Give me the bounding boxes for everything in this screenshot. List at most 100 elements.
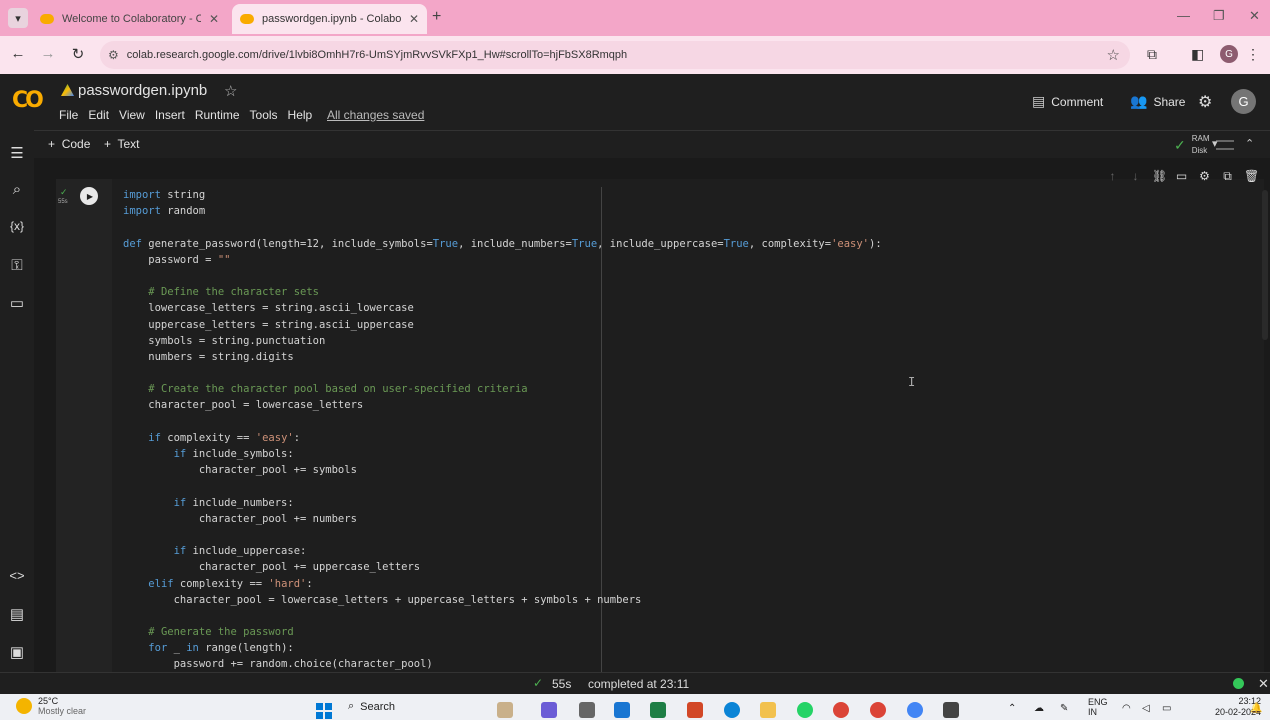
- menu-view[interactable]: View: [119, 108, 145, 122]
- link-icon[interactable]: ⛓: [1152, 169, 1167, 184]
- copilot-app-icon[interactable]: [541, 702, 557, 718]
- sidepanel-icon[interactable]: ◧: [1191, 46, 1204, 63]
- secrets-key-icon[interactable]: ⚿: [7, 257, 27, 274]
- browser-tab-passwordgen[interactable]: passwordgen.ipynb - Colabora ✕: [232, 4, 427, 34]
- code-line[interactable]: [123, 608, 882, 624]
- code-line[interactable]: for _ in range(length):: [123, 640, 882, 656]
- chrome-app-icon[interactable]: [833, 702, 849, 718]
- battery-icon[interactable]: ▭: [1162, 703, 1171, 714]
- code-line[interactable]: if include_uppercase:: [123, 543, 882, 559]
- code-line[interactable]: [123, 365, 882, 381]
- windows-start-icon[interactable]: [316, 703, 332, 719]
- bookmark-star-icon[interactable]: ☆: [1107, 46, 1130, 64]
- delete-icon[interactable]: 🗑: [1244, 169, 1259, 184]
- code-cell[interactable]: ✓ 55s ▶ ↑ ↓ ⛓ ▭ ⚙ ⧉ 🗑 ⋮ import stringimp…: [56, 169, 1270, 677]
- address-bar[interactable]: ⚙ colab.research.google.com/drive/1lvbi8…: [100, 41, 1130, 69]
- edge-app-icon[interactable]: [724, 702, 740, 718]
- excel-app-icon[interactable]: [650, 702, 666, 718]
- chrome-profile2-app-icon[interactable]: [907, 702, 923, 718]
- code-line[interactable]: [123, 414, 882, 430]
- tray-overflow-icon[interactable]: ⌃: [1008, 703, 1016, 714]
- move-up-icon[interactable]: ↑: [1106, 169, 1119, 184]
- code-line[interactable]: symbols = string.punctuation: [123, 333, 882, 349]
- share-button[interactable]: 👥 Share: [1130, 93, 1185, 110]
- variables-icon[interactable]: {x}: [7, 219, 27, 233]
- code-line[interactable]: import random: [123, 203, 882, 219]
- close-tab-icon[interactable]: ✕: [209, 12, 219, 26]
- menu-runtime[interactable]: Runtime: [195, 108, 240, 122]
- files-folder-icon[interactable]: ▭: [7, 294, 27, 312]
- colab-logo-icon[interactable]: CO: [12, 88, 44, 113]
- tab-search-chevron-icon[interactable]: ▾: [8, 8, 28, 28]
- run-cell-button[interactable]: ▶: [80, 187, 98, 205]
- extensions-icon[interactable]: ⧉: [1147, 46, 1157, 63]
- user-avatar[interactable]: G: [1231, 89, 1256, 114]
- code-line[interactable]: password = "": [123, 252, 882, 268]
- new-tab-icon[interactable]: +: [432, 8, 441, 26]
- code-line[interactable]: if complexity == 'easy':: [123, 430, 882, 446]
- window-close-icon[interactable]: ✕: [1249, 8, 1260, 24]
- language-indicator[interactable]: ENG IN: [1088, 697, 1108, 717]
- menu-help[interactable]: Help: [288, 108, 313, 122]
- command-palette-icon[interactable]: ▤: [7, 605, 27, 623]
- widgets-app-icon[interactable]: [497, 702, 513, 718]
- settings-gear-icon[interactable]: ⚙: [1198, 92, 1212, 112]
- status-message[interactable]: completed at 23:11: [588, 677, 689, 691]
- browser-menu-icon[interactable]: ⋮: [1246, 46, 1260, 63]
- terminal-icon[interactable]: ▣: [7, 643, 27, 661]
- reload-icon[interactable]: ↻: [68, 45, 88, 63]
- snipping-tool-icon[interactable]: [943, 702, 959, 718]
- code-line[interactable]: # Create the character pool based on use…: [123, 381, 882, 397]
- taskbar-search[interactable]: ⌕ Search: [348, 700, 395, 713]
- code-line[interactable]: character_pool = lowercase_letters + upp…: [123, 592, 882, 608]
- code-line[interactable]: # Generate the password: [123, 624, 882, 640]
- code-line[interactable]: if include_symbols:: [123, 446, 882, 462]
- code-line[interactable]: uppercase_letters = string.ascii_upperca…: [123, 317, 882, 333]
- mirror-cell-icon[interactable]: ⧉: [1221, 169, 1234, 184]
- code-line[interactable]: [123, 478, 882, 494]
- code-editor[interactable]: import string import random def generate_p…: [123, 187, 882, 673]
- powerpoint-app-icon[interactable]: [687, 702, 703, 718]
- close-tab-icon[interactable]: ✕: [409, 12, 419, 26]
- star-notebook-icon[interactable]: ☆: [224, 82, 237, 100]
- back-icon[interactable]: ←: [8, 45, 28, 62]
- table-of-contents-icon[interactable]: ☰: [7, 144, 27, 162]
- code-line[interactable]: [123, 527, 882, 543]
- notification-bell-icon[interactable]: 🔔: [1250, 703, 1262, 714]
- search-icon[interactable]: ⌕: [7, 181, 27, 198]
- volume-icon[interactable]: ◁: [1142, 703, 1150, 714]
- code-line[interactable]: password += random.choice(character_pool…: [123, 656, 882, 672]
- save-status[interactable]: All changes saved: [327, 108, 424, 122]
- collapse-header-icon[interactable]: ⌃: [1245, 137, 1254, 150]
- chrome-profile-app-icon[interactable]: [870, 702, 886, 718]
- forward-icon[interactable]: →: [38, 45, 58, 62]
- connection-status-icon[interactable]: [1233, 678, 1244, 689]
- cell-settings-icon[interactable]: ⚙: [1198, 169, 1211, 184]
- code-line[interactable]: character_pool = lowercase_letters: [123, 397, 882, 413]
- code-line[interactable]: numbers = string.digits: [123, 349, 882, 365]
- menu-tools[interactable]: Tools: [250, 108, 278, 122]
- status-close-icon[interactable]: ✕: [1258, 676, 1269, 692]
- code-snippets-icon[interactable]: <>: [7, 568, 27, 583]
- browser-tab-welcome[interactable]: Welcome to Colaboratory - Co ✕: [32, 4, 227, 34]
- calculator-app-icon[interactable]: [614, 702, 630, 718]
- task-view-icon[interactable]: [579, 702, 595, 718]
- code-line[interactable]: [123, 268, 882, 284]
- code-line[interactable]: character_pool += numbers: [123, 511, 882, 527]
- code-line[interactable]: lowercase_letters = string.ascii_lowerca…: [123, 300, 882, 316]
- minimize-icon[interactable]: —: [1177, 8, 1190, 23]
- add-code-button[interactable]: + Code: [48, 137, 90, 151]
- file-explorer-icon[interactable]: [760, 702, 776, 718]
- pen-icon[interactable]: ✎: [1060, 703, 1068, 714]
- move-down-icon[interactable]: ↓: [1129, 169, 1142, 184]
- whatsapp-app-icon[interactable]: [797, 702, 813, 718]
- browser-profile-avatar[interactable]: G: [1220, 45, 1238, 63]
- menu-edit[interactable]: Edit: [88, 108, 109, 122]
- wifi-icon[interactable]: ◠: [1122, 703, 1131, 714]
- comment-button[interactable]: ▤ Comment: [1032, 93, 1103, 110]
- code-line[interactable]: import string: [123, 187, 882, 203]
- notebook-title[interactable]: passwordgen.ipynb: [78, 82, 207, 99]
- code-line[interactable]: elif complexity == 'hard':: [123, 576, 882, 592]
- runtime-dropdown-icon[interactable]: ▾: [1212, 137, 1218, 150]
- menu-insert[interactable]: Insert: [155, 108, 185, 122]
